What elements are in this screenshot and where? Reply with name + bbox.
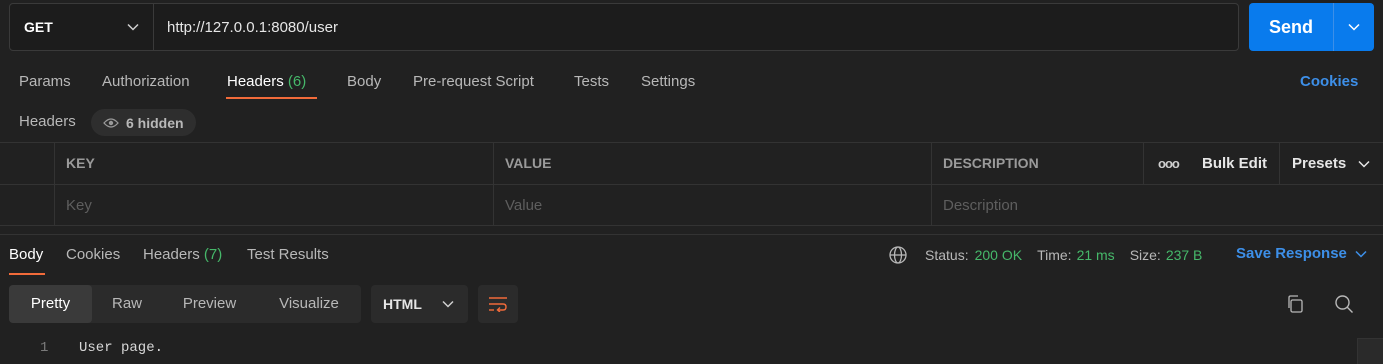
response-tab-body[interactable]: Body xyxy=(9,245,43,267)
response-status-bar: Status: 200 OK Time: 21 ms Size: 237 B xyxy=(888,245,1202,265)
tab-authorization[interactable]: Authorization xyxy=(102,62,190,102)
table-row: Key Value Description xyxy=(0,184,1383,226)
active-response-tab-indicator xyxy=(9,273,45,275)
time-label: Time: xyxy=(1037,247,1072,263)
tab-body[interactable]: Body xyxy=(347,62,381,102)
send-options-button[interactable] xyxy=(1333,3,1374,51)
method-select[interactable]: GET xyxy=(10,4,154,50)
status-label: Status: xyxy=(925,247,969,263)
response-tab-test-results[interactable]: Test Results xyxy=(247,245,329,267)
send-button-group: Send xyxy=(1249,3,1374,51)
chevron-down-icon xyxy=(1348,23,1360,31)
status-value[interactable]: 200 OK xyxy=(975,247,1022,263)
more-options-icon[interactable]: ooo xyxy=(1143,143,1189,184)
chevron-down-icon xyxy=(1355,250,1367,258)
response-body-line[interactable]: User page. xyxy=(79,340,163,356)
tab-headers-count: (6) xyxy=(287,73,307,90)
request-url-bar: GET xyxy=(9,3,1239,51)
method-label: GET xyxy=(24,19,53,35)
view-mode-pretty[interactable]: Pretty xyxy=(9,285,92,323)
value-input[interactable]: Value xyxy=(493,185,931,226)
active-tab-indicator xyxy=(226,97,317,99)
search-icon[interactable] xyxy=(1332,292,1356,316)
hidden-headers-label: 6 hidden xyxy=(126,114,184,131)
view-mode-switcher: Pretty Raw Preview Visualize xyxy=(9,285,361,323)
chevron-down-icon xyxy=(127,23,139,31)
size-value[interactable]: 237 B xyxy=(1166,247,1203,263)
format-select[interactable]: HTML xyxy=(371,285,468,323)
wrap-lines-button[interactable] xyxy=(478,285,518,323)
request-tabs: Params Authorization Headers (6) Body Pr… xyxy=(0,62,1383,102)
save-response-button[interactable]: Save Response xyxy=(1236,245,1367,262)
eye-icon xyxy=(103,117,119,128)
scrollbar-corner xyxy=(1357,338,1383,364)
chevron-down-icon xyxy=(1358,160,1370,168)
cookies-link[interactable]: Cookies xyxy=(1300,62,1358,102)
headers-table: KEY VALUE DESCRIPTION ooo Bulk Edit Pres… xyxy=(0,142,1383,226)
view-mode-visualize[interactable]: Visualize xyxy=(257,285,361,323)
key-input[interactable]: Key xyxy=(54,185,493,226)
tab-headers-label: Headers xyxy=(227,73,284,90)
description-input[interactable]: Description xyxy=(931,185,1383,226)
tab-params[interactable]: Params xyxy=(19,62,71,102)
line-number: 1 xyxy=(40,340,49,356)
table-header-row: KEY VALUE DESCRIPTION ooo Bulk Edit Pres… xyxy=(0,142,1383,184)
format-label: HTML xyxy=(383,296,422,312)
save-response-label: Save Response xyxy=(1236,245,1347,262)
headers-label: Headers xyxy=(19,113,76,130)
table-divider xyxy=(0,225,1383,226)
wrap-lines-icon xyxy=(489,297,507,312)
send-button[interactable]: Send xyxy=(1249,3,1333,51)
copy-icon[interactable] xyxy=(1283,292,1307,316)
view-mode-raw[interactable]: Raw xyxy=(92,285,162,323)
tab-prerequest-script[interactable]: Pre-request Script xyxy=(413,62,534,102)
column-value-header: VALUE xyxy=(493,143,931,184)
tab-tests[interactable]: Tests xyxy=(574,62,609,102)
globe-icon[interactable] xyxy=(888,245,908,265)
column-description-header: DESCRIPTION xyxy=(931,143,1143,184)
response-tab-headers-count: (7) xyxy=(203,246,223,263)
presets-dropdown[interactable]: Presets xyxy=(1279,143,1383,184)
bulk-edit-button[interactable]: Bulk Edit xyxy=(1189,143,1279,184)
size-label: Size: xyxy=(1129,247,1161,263)
tab-headers[interactable]: Headers (6) xyxy=(227,62,306,102)
tab-settings[interactable]: Settings xyxy=(641,62,695,102)
column-key-header: KEY xyxy=(54,143,493,184)
response-tab-headers[interactable]: Headers (7) xyxy=(143,245,222,267)
response-divider xyxy=(0,234,1383,235)
response-tab-headers-label: Headers xyxy=(143,246,200,263)
view-mode-preview[interactable]: Preview xyxy=(162,285,257,323)
hidden-headers-toggle[interactable]: 6 hidden xyxy=(91,109,196,136)
chevron-down-icon xyxy=(442,300,454,308)
presets-label: Presets xyxy=(1292,155,1347,172)
time-value[interactable]: 21 ms xyxy=(1077,247,1115,263)
url-input[interactable] xyxy=(154,4,1238,50)
response-tab-cookies[interactable]: Cookies xyxy=(66,245,120,267)
